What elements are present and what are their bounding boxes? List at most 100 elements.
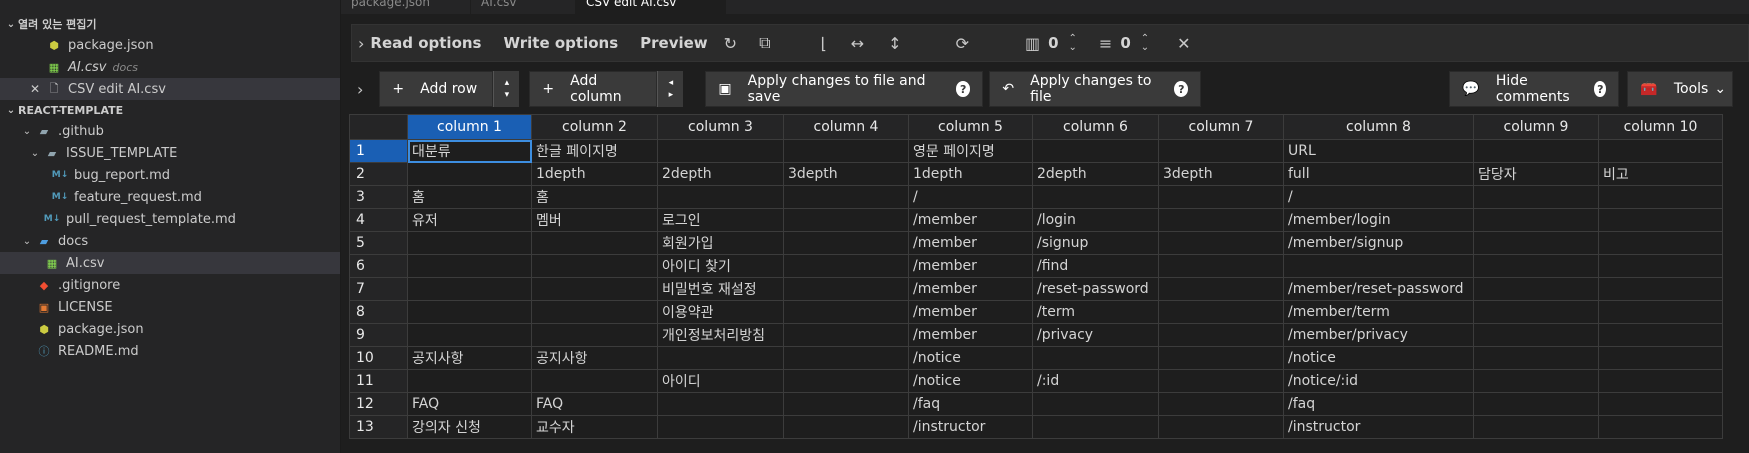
- grid-cell[interactable]: [1473, 323, 1599, 347]
- grid-cell[interactable]: [1598, 185, 1723, 209]
- row-header[interactable]: 7: [349, 277, 408, 301]
- grid-cell[interactable]: [1473, 415, 1599, 439]
- grid-cell[interactable]: 홈: [407, 185, 532, 209]
- apply-button[interactable]: ↶ Apply changes to file ?: [989, 71, 1202, 107]
- grid-cell[interactable]: 2depth: [657, 162, 784, 186]
- grid-cell[interactable]: [1032, 415, 1159, 439]
- tree-folder-github[interactable]: ⌄ ▰ .github: [0, 120, 340, 142]
- grid-cell[interactable]: [1158, 300, 1284, 324]
- grid-cell[interactable]: [407, 231, 532, 255]
- grid-cell[interactable]: [783, 300, 909, 324]
- tree-folder-issue-template[interactable]: ⌄ ▰ ISSUE_TEMPLATE: [0, 142, 340, 164]
- grid-cell[interactable]: [1158, 346, 1284, 370]
- grid-cell[interactable]: /term: [1032, 300, 1159, 324]
- grid-cell[interactable]: /member/term: [1283, 300, 1474, 324]
- grid-cell[interactable]: [1032, 139, 1159, 163]
- grid-cell[interactable]: /member/login: [1283, 208, 1474, 232]
- grid-cell[interactable]: [531, 231, 658, 255]
- grid-cell[interactable]: 비밀번호 재설정: [657, 277, 784, 301]
- grid-cell[interactable]: 아이디: [657, 369, 784, 393]
- grid-cell[interactable]: [1158, 277, 1284, 301]
- grid-cell[interactable]: [1158, 231, 1284, 255]
- column-header[interactable]: column 9: [1473, 114, 1599, 140]
- grid-cell[interactable]: [657, 415, 784, 439]
- row-header[interactable]: 13: [349, 415, 408, 439]
- grid-cell[interactable]: [1158, 369, 1284, 393]
- tree-file-gitignore[interactable]: ◆ .gitignore: [0, 274, 340, 296]
- grid-cell[interactable]: /member: [908, 277, 1033, 301]
- add-column-button[interactable]: + Add column: [529, 71, 658, 107]
- grid-cell[interactable]: URL: [1283, 139, 1474, 163]
- grid-cell[interactable]: [1032, 392, 1159, 416]
- grid-cell[interactable]: [783, 208, 909, 232]
- grid-cell[interactable]: 2depth: [1032, 162, 1159, 186]
- grid-cell[interactable]: 3depth: [1158, 162, 1284, 186]
- grid-cell[interactable]: [1598, 139, 1723, 163]
- help-icon[interactable]: ?: [1174, 81, 1189, 97]
- grid-cell[interactable]: [1158, 415, 1284, 439]
- grid-cell[interactable]: [1598, 300, 1723, 324]
- column-header[interactable]: column 7: [1158, 114, 1284, 140]
- row-header[interactable]: 8: [349, 300, 408, 324]
- tools-button[interactable]: 🧰 Tools ⌄: [1627, 71, 1734, 107]
- column-header[interactable]: column 2: [531, 114, 658, 140]
- tools-cross-icon[interactable]: ✕: [1177, 34, 1190, 53]
- column-header[interactable]: column 6: [1032, 114, 1159, 140]
- grid-cell[interactable]: /notice: [1283, 346, 1474, 370]
- grid-cell[interactable]: [657, 185, 784, 209]
- grid-cell[interactable]: [1158, 185, 1284, 209]
- grid-cell[interactable]: /: [908, 185, 1033, 209]
- grid-cell[interactable]: [1283, 254, 1474, 278]
- sync-icon[interactable]: ⟳: [956, 34, 969, 53]
- tree-file-package-json[interactable]: ⬢ package.json: [0, 318, 340, 340]
- grid-cell[interactable]: /instructor: [908, 415, 1033, 439]
- grid-cell[interactable]: /member: [908, 254, 1033, 278]
- grid-cell[interactable]: [783, 277, 909, 301]
- fixed-columns-stepper[interactable]: ⌃ ⌄: [1069, 34, 1077, 53]
- help-icon[interactable]: ?: [1594, 81, 1607, 97]
- grid-cell[interactable]: [783, 231, 909, 255]
- grid-cell[interactable]: [657, 139, 784, 163]
- grid-cell[interactable]: [1473, 277, 1599, 301]
- apply-save-button[interactable]: ▣ Apply changes to file and save ?: [705, 71, 984, 107]
- grid-cell[interactable]: [1158, 139, 1284, 163]
- grid-cell[interactable]: [657, 346, 784, 370]
- grid-cell[interactable]: /member: [908, 323, 1033, 347]
- hide-comments-button[interactable]: 💬 Hide comments ?: [1449, 71, 1620, 107]
- open-editor-csv-edit[interactable]: ✕ 🗋 CSV edit AI.csv: [0, 78, 340, 100]
- row-header[interactable]: 10: [349, 346, 408, 370]
- grid-cell[interactable]: [1598, 277, 1723, 301]
- column-header[interactable]: column 10: [1598, 114, 1723, 140]
- tree-file-license[interactable]: ▣ LICENSE: [0, 296, 340, 318]
- grid-cell[interactable]: 비고: [1598, 162, 1723, 186]
- grid-cell[interactable]: 담당자: [1473, 162, 1599, 186]
- grid-cell[interactable]: [1032, 346, 1159, 370]
- grid-cell[interactable]: [1032, 185, 1159, 209]
- grid-cell[interactable]: /member/reset-password: [1283, 277, 1474, 301]
- grid-cell[interactable]: /notice: [908, 369, 1033, 393]
- read-options-button[interactable]: Read options: [370, 34, 481, 52]
- grid-cell[interactable]: [1598, 346, 1723, 370]
- grid-cell[interactable]: [783, 323, 909, 347]
- grid-cell[interactable]: 로그인: [657, 208, 784, 232]
- grid-cell[interactable]: /member: [908, 208, 1033, 232]
- grid-cell[interactable]: [783, 415, 909, 439]
- column-header[interactable]: column 8: [1283, 114, 1474, 140]
- grid-cell[interactable]: 공지사항: [531, 346, 658, 370]
- close-icon[interactable]: ✕: [28, 82, 42, 96]
- grid-cell[interactable]: /faq: [908, 392, 1033, 416]
- grid-cell[interactable]: [1598, 369, 1723, 393]
- chevron-right-icon[interactable]: ›: [357, 80, 363, 99]
- grid-cell[interactable]: /member: [908, 231, 1033, 255]
- preview-button[interactable]: Preview: [640, 34, 708, 52]
- tab-ai-csv[interactable]: AI.csv: [471, 0, 576, 14]
- reload-icon[interactable]: ↻: [724, 34, 737, 53]
- tab-csv-edit[interactable]: CSV edit AI.csv: [576, 0, 726, 14]
- grid-cell[interactable]: FAQ: [531, 392, 658, 416]
- grid-cell[interactable]: [407, 254, 532, 278]
- grid-cell[interactable]: [407, 369, 532, 393]
- open-editors-header[interactable]: ⌄ 열려 있는 편집기: [0, 14, 340, 34]
- grid-cell[interactable]: 유저: [407, 208, 532, 232]
- chevron-right-icon[interactable]: ›: [358, 34, 364, 53]
- grid-cell[interactable]: [1473, 231, 1599, 255]
